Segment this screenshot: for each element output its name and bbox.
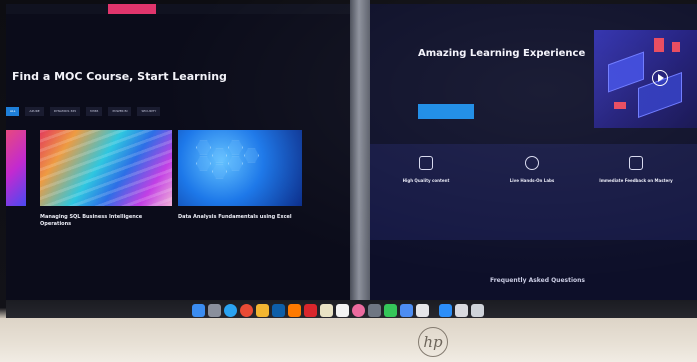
photoshop-icon[interactable] bbox=[272, 304, 285, 317]
app-icon[interactable] bbox=[416, 304, 429, 317]
hero-cta-button[interactable] bbox=[418, 104, 474, 119]
monitor: Find a MOC Course, Start Learning ALL AZ… bbox=[0, 0, 697, 362]
hex-shape bbox=[196, 140, 211, 155]
feature-labs: Live Hands-On Labs bbox=[492, 156, 572, 187]
page-title: Find a MOC Course, Start Learning bbox=[12, 70, 227, 83]
messages-icon[interactable] bbox=[384, 304, 397, 317]
dock-apps bbox=[192, 304, 484, 317]
feature-feedback: Immediate Feedback on Mastery bbox=[596, 156, 676, 187]
faq-title: Frequently Asked Questions bbox=[490, 277, 585, 284]
illustrator-icon[interactable] bbox=[288, 304, 301, 317]
hero-title: Amazing Learning Experience bbox=[418, 48, 586, 59]
course-category-tabs: ALL AZURE DYNAMICS 365 M365 POWER BI SEC… bbox=[6, 107, 161, 117]
tab-all[interactable]: ALL bbox=[6, 107, 20, 116]
course-card-title[interactable]: Data Analysis Fundamentals using Excel bbox=[178, 214, 298, 221]
app-icon[interactable] bbox=[455, 304, 468, 317]
app-icon[interactable] bbox=[400, 304, 413, 317]
feature-title: Immediate Feedback on Mastery bbox=[599, 178, 673, 183]
iso-screen bbox=[608, 51, 644, 93]
acrobat-icon[interactable] bbox=[304, 304, 317, 317]
notes-icon[interactable] bbox=[320, 304, 333, 317]
left-browser-page: Find a MOC Course, Start Learning ALL AZ… bbox=[6, 4, 350, 300]
left-topbar bbox=[6, 4, 350, 14]
play-icon[interactable] bbox=[652, 70, 668, 86]
calendar-icon[interactable] bbox=[336, 304, 349, 317]
photos-icon[interactable] bbox=[352, 304, 365, 317]
award-icon bbox=[419, 156, 433, 170]
course-card-image-excel[interactable] bbox=[178, 130, 302, 206]
hex-shape bbox=[244, 148, 259, 163]
hp-logo: hp bbox=[418, 327, 448, 357]
chat-icon bbox=[629, 156, 643, 170]
feature-high-quality: High Quality content bbox=[386, 156, 466, 187]
features-section: High Quality content Live Hands-On Labs … bbox=[370, 144, 697, 240]
right-browser-page: Amazing Learning Experience High Quality… bbox=[370, 4, 697, 300]
tab-security[interactable]: SECURITY bbox=[137, 107, 161, 116]
dock-separator bbox=[432, 304, 436, 317]
trash-icon[interactable] bbox=[471, 304, 484, 317]
tab-m365[interactable]: M365 bbox=[86, 107, 103, 116]
red-block bbox=[654, 38, 664, 52]
course-card-image-sql[interactable] bbox=[40, 130, 172, 206]
hex-shape bbox=[212, 164, 227, 179]
tab-azure[interactable]: AZURE bbox=[25, 107, 44, 116]
screen-divider bbox=[350, 0, 370, 300]
mail-icon[interactable] bbox=[256, 304, 269, 317]
monitor-chin bbox=[0, 318, 697, 362]
finder-icon[interactable] bbox=[192, 304, 205, 317]
chrome-icon[interactable] bbox=[240, 304, 253, 317]
hex-shape bbox=[196, 156, 211, 171]
hero-illustration bbox=[594, 30, 697, 128]
launchpad-icon[interactable] bbox=[208, 304, 221, 317]
tab-power-bi[interactable]: POWER BI bbox=[108, 107, 132, 116]
globe-icon bbox=[525, 156, 539, 170]
feature-title: High Quality content bbox=[402, 178, 450, 183]
course-card-image-partial[interactable] bbox=[6, 130, 26, 206]
settings-icon[interactable] bbox=[368, 304, 381, 317]
course-card-title[interactable]: Managing SQL Business Intelligence Opera… bbox=[40, 214, 168, 228]
app-icon[interactable] bbox=[439, 304, 452, 317]
hex-shape bbox=[212, 148, 227, 163]
feature-title: Live Hands-On Labs bbox=[509, 178, 555, 183]
tab-dynamics-365[interactable]: DYNAMICS 365 bbox=[49, 107, 81, 116]
safari-icon[interactable] bbox=[224, 304, 237, 317]
pink-banner bbox=[108, 4, 156, 14]
red-block bbox=[672, 42, 680, 52]
hex-shape bbox=[228, 140, 243, 155]
red-block bbox=[614, 102, 626, 109]
hex-shape bbox=[228, 156, 243, 171]
